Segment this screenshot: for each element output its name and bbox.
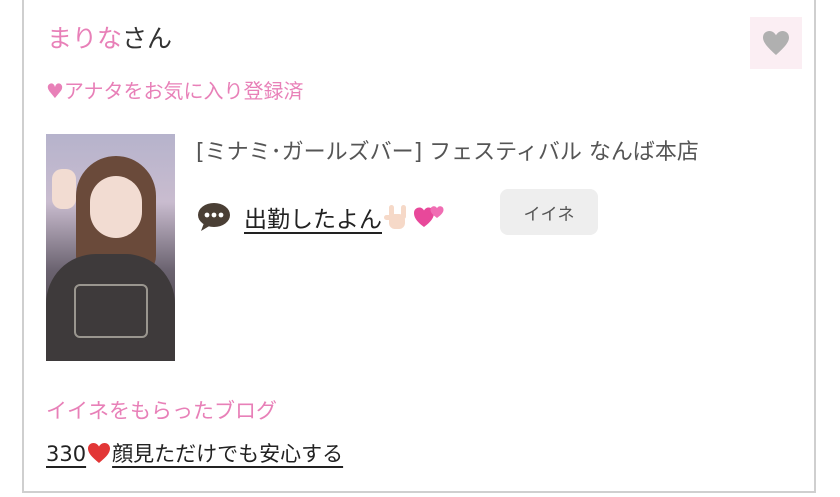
favorite-status-text: ♥アナタをお気に入り登録済 (46, 79, 304, 103)
like-button[interactable]: イイネ (500, 189, 598, 235)
heart-icon (763, 31, 789, 55)
blog-title: 顔見ただけでも安心する (112, 442, 344, 466)
favorite-button[interactable] (750, 17, 802, 69)
rock-hand-icon (384, 205, 406, 229)
girl-photo[interactable] (46, 134, 175, 361)
girl-name-text: まりな (47, 24, 123, 53)
liked-blog-link[interactable]: 330 顔見ただけでも安心する (46, 438, 343, 470)
shop-name: [ミナミ･ガールズバー] フェスティバル なんば本店 (196, 140, 699, 165)
girl-card: まりなさん ♥アナタをお気に入り登録済 [ミナミ･ガールズバー] フェスティバル… (22, 0, 816, 493)
blog-count: 330 (46, 442, 87, 466)
liked-blog-heading: イイネをもらったブログ (46, 399, 277, 423)
status-text: 出勤したよん (244, 207, 382, 233)
two-hearts-icon (414, 206, 444, 227)
speech-bubble-icon (198, 203, 230, 231)
girl-name: まりなさん (47, 22, 172, 56)
status-row: 出勤したよん (196, 197, 446, 237)
status-link[interactable]: 出勤したよん (244, 200, 446, 234)
girl-name-suffix: さん (122, 24, 173, 53)
red-heart-icon (88, 443, 111, 463)
